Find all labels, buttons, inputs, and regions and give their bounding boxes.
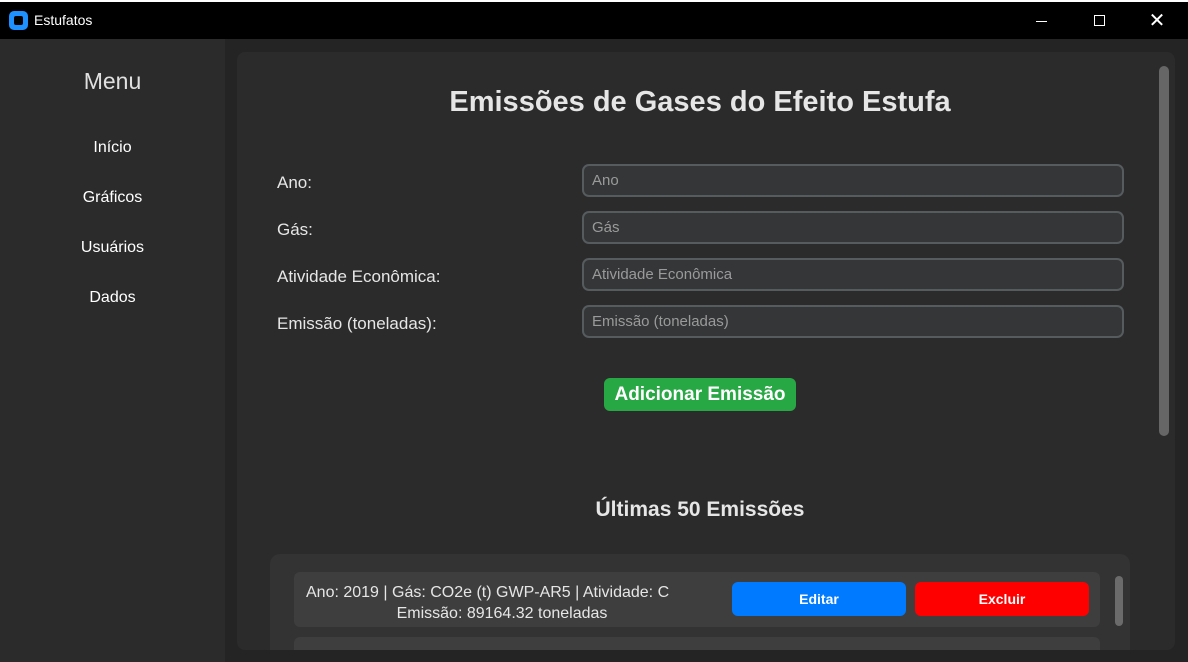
- year-label: Ano:: [277, 173, 312, 192]
- sidebar-item-usuarios[interactable]: Usuários: [0, 239, 225, 257]
- menu-title: Menu: [83, 68, 142, 94]
- delete-button[interactable]: Excluir: [915, 582, 1089, 616]
- emissions-list[interactable]: Ano: 2019 | Gás: CO2e (t) GWP-AR5 | Ativ…: [270, 554, 1130, 650]
- list-item: [294, 637, 1100, 650]
- list-item-emission: Emissão: 89164.32 toneladas: [396, 605, 608, 622]
- maximize-button[interactable]: [1076, 2, 1122, 39]
- list-title: Últimas 50 Emissões: [595, 498, 805, 521]
- minimize-icon: [1035, 21, 1047, 22]
- sidebar-item-inicio[interactable]: Início: [0, 139, 225, 157]
- list-scrollbar[interactable]: [1115, 576, 1123, 626]
- gas-input[interactable]: [582, 211, 1124, 244]
- page-title: Emissões de Gases do Efeito Estufa: [449, 86, 951, 118]
- close-icon: ✕: [1148, 9, 1166, 32]
- list-item: Ano: 2019 | Gás: CO2e (t) GWP-AR5 | Ativ…: [294, 572, 1100, 627]
- list-item-summary: Ano: 2019 | Gás: CO2e (t) GWP-AR5 | Ativ…: [306, 584, 670, 601]
- activity-input[interactable]: [582, 258, 1124, 291]
- main-panel: Emissões de Gases do Efeito Estufa Ano: …: [237, 52, 1175, 650]
- maximize-icon: [1093, 15, 1105, 26]
- title-bar: Estufatos ✕: [0, 0, 1188, 39]
- emission-input[interactable]: [582, 305, 1124, 338]
- emission-label: Emissão (toneladas):: [277, 314, 437, 333]
- main-scrollbar[interactable]: [1159, 66, 1169, 436]
- sidebar-item-dados[interactable]: Dados: [0, 289, 225, 307]
- list-item-text: Ano: 2019 | Gás: CO2e (t) GWP-AR5 | Ativ…: [294, 582, 710, 622]
- activity-label: Atividade Econômica:: [277, 267, 441, 286]
- year-input[interactable]: [582, 164, 1124, 197]
- app-icon: [9, 11, 28, 30]
- minimize-button[interactable]: [1018, 2, 1064, 39]
- window-title: Estufatos: [34, 12, 93, 28]
- edit-button[interactable]: Editar: [732, 582, 906, 616]
- sidebar: Menu Início Gráficos Usuários Dados: [0, 39, 225, 662]
- gas-label: Gás:: [277, 220, 313, 239]
- add-emission-button[interactable]: Adicionar Emissão: [604, 378, 796, 411]
- close-button[interactable]: ✕: [1134, 2, 1180, 39]
- sidebar-item-graficos[interactable]: Gráficos: [0, 189, 225, 207]
